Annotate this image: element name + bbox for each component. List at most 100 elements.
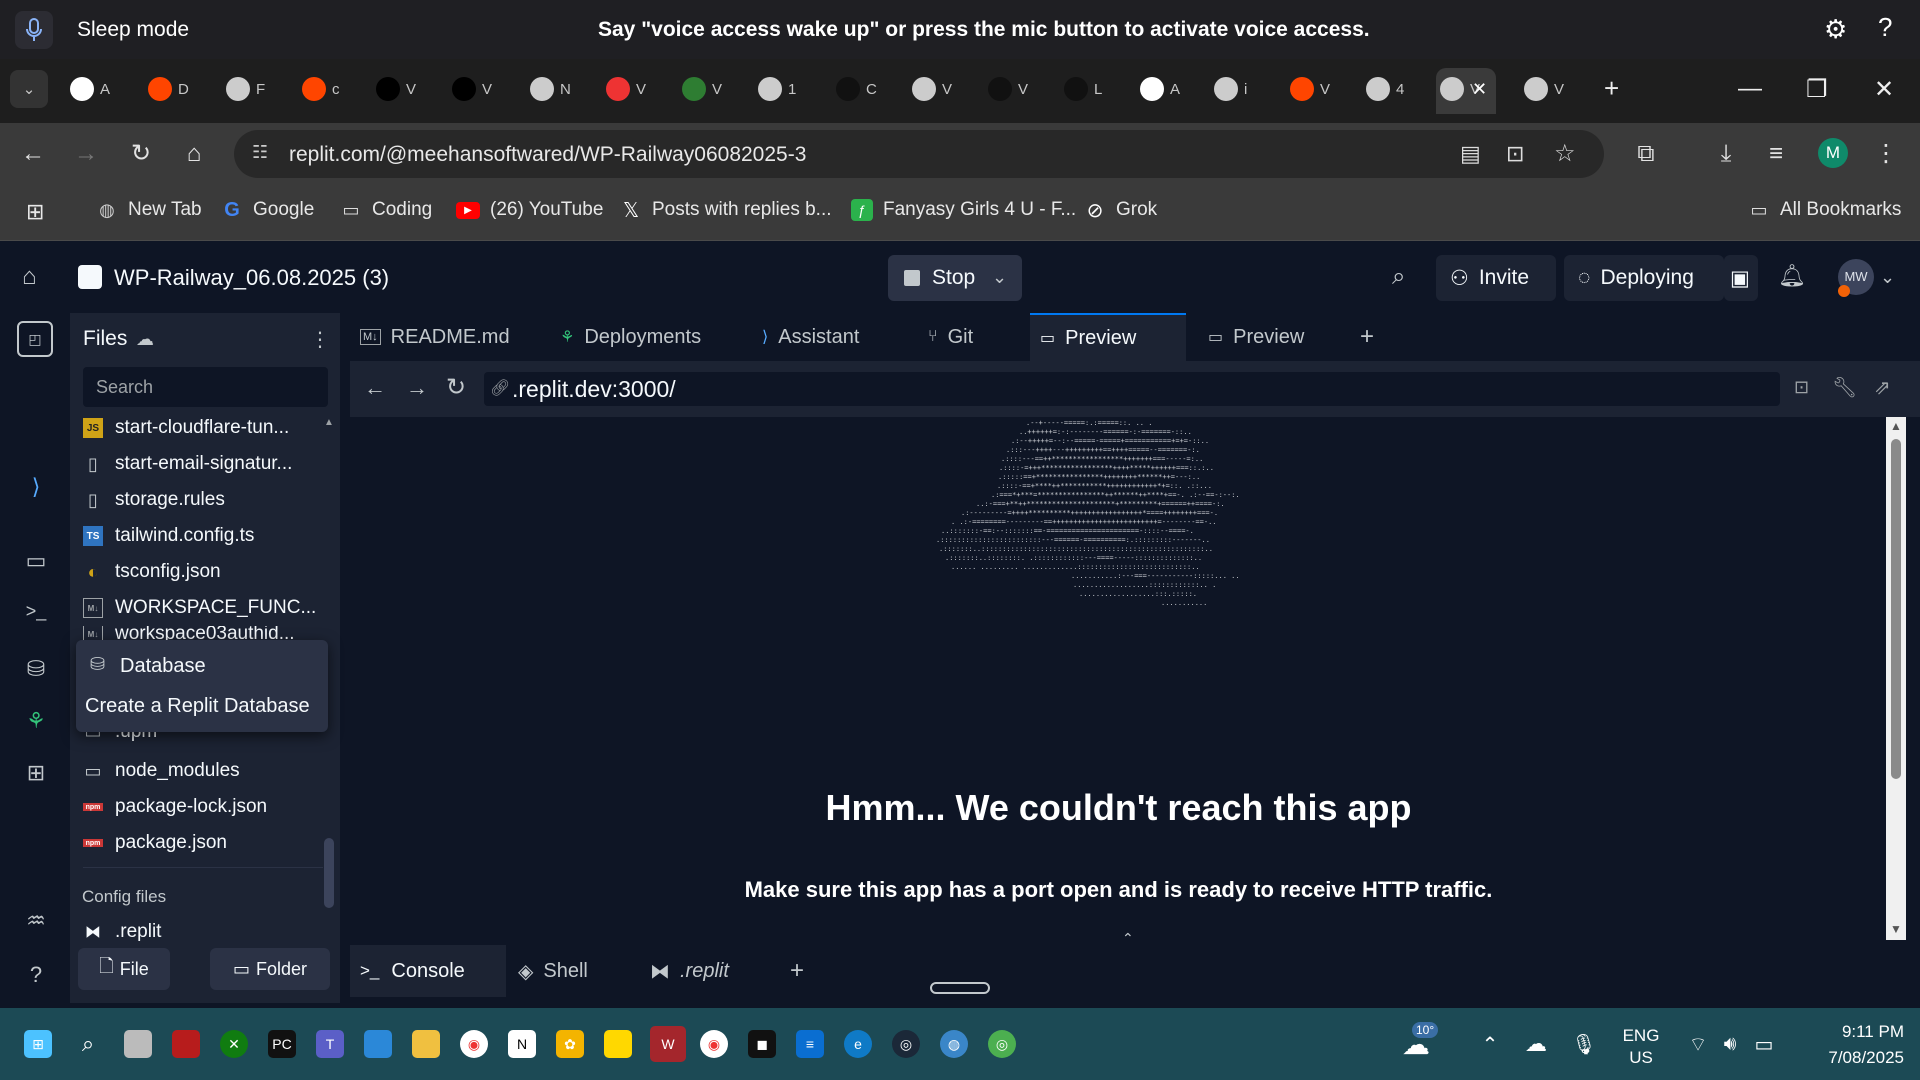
- sticky-notes-icon[interactable]: [604, 1030, 632, 1058]
- bell-icon[interactable]: 🔔︎: [1778, 263, 1806, 289]
- download-icon[interactable]: ⤓: [1710, 138, 1742, 170]
- forward-icon[interactable]: →: [70, 138, 102, 170]
- chrome-icon[interactable]: ◉: [460, 1030, 488, 1058]
- chevron-down-icon[interactable]: ⌄: [1880, 267, 1895, 288]
- all-bookmarks[interactable]: ▭ All Bookmarks: [1748, 199, 1901, 221]
- deploying-button[interactable]: ◌ Deploying: [1564, 255, 1724, 301]
- volume-icon[interactable]: 🔊︎: [1716, 1030, 1744, 1058]
- browser-tab[interactable]: A: [1140, 71, 1180, 107]
- tab-shell[interactable]: ◈ Shell: [518, 945, 638, 997]
- microphone-icon[interactable]: [15, 10, 53, 49]
- clipboard-icon[interactable]: ▤: [1460, 141, 1481, 167]
- scroll-up-icon[interactable]: ▲: [324, 417, 334, 443]
- browser-tab[interactable]: V: [1290, 71, 1330, 107]
- bookmark-google[interactable]: G Google: [221, 199, 314, 221]
- battery-icon[interactable]: ▭: [1750, 1030, 1778, 1058]
- browser-tab[interactable]: 4: [1366, 71, 1404, 107]
- scrollbar-thumb[interactable]: [324, 838, 334, 908]
- reload-icon[interactable]: ↻: [446, 373, 466, 402]
- file-explorer-icon[interactable]: [412, 1030, 440, 1058]
- add-tab-button[interactable]: +: [1360, 313, 1400, 361]
- tab-preview-active[interactable]: ▭ Preview: [1030, 313, 1186, 361]
- wrench-icon[interactable]: 🔧︎: [1832, 375, 1857, 400]
- devices-icon[interactable]: ⊡: [1794, 377, 1809, 398]
- browser-tab[interactable]: c: [302, 71, 340, 107]
- tab-git[interactable]: ⑂ Git: [928, 313, 1038, 361]
- task-view-icon[interactable]: [124, 1030, 152, 1058]
- scroll-up-icon[interactable]: ▲: [1890, 419, 1902, 433]
- apps-icon[interactable]: ⊞: [26, 199, 44, 225]
- notion-icon[interactable]: N: [508, 1030, 536, 1058]
- install-app-icon[interactable]: ⊡: [1506, 141, 1524, 167]
- notepad-icon[interactable]: ≡: [796, 1030, 824, 1058]
- help-icon[interactable]: ?: [1878, 12, 1892, 43]
- browser-tab[interactable]: F: [226, 71, 265, 107]
- preview-scrollbar[interactable]: ▲ ▼: [1886, 417, 1906, 940]
- file-item[interactable]: JS start-cloudflare-tun...: [83, 413, 323, 443]
- new-folder-button[interactable]: ▭ Folder: [210, 948, 330, 990]
- tab-readme[interactable]: M↓ README.md: [360, 313, 510, 361]
- file-item[interactable]: TS tailwind.config.ts: [83, 521, 323, 551]
- app-icon[interactable]: ◎: [988, 1030, 1016, 1058]
- wifi-icon[interactable]: ⌔: [1684, 1030, 1712, 1058]
- app-icon[interactable]: ◼: [748, 1030, 776, 1058]
- scrollbar-thumb[interactable]: [1891, 439, 1901, 779]
- search-icon[interactable]: ⌕: [1392, 263, 1405, 291]
- new-tab-button[interactable]: +: [1604, 73, 1619, 104]
- console-icon[interactable]: >_: [20, 595, 52, 627]
- reload-icon[interactable]: ↻: [125, 138, 157, 170]
- help-icon[interactable]: ?: [20, 959, 52, 991]
- windows-start-icon[interactable]: ⊞: [24, 1030, 52, 1058]
- onedrive-icon[interactable]: ☁: [1522, 1030, 1550, 1058]
- app-icon[interactable]: [172, 1030, 200, 1058]
- file-item[interactable]: ▯ storage.rules: [83, 485, 323, 515]
- bookmark-grok[interactable]: ⊘ Grok: [1084, 199, 1158, 222]
- search-input[interactable]: Search: [83, 367, 328, 407]
- preview-icon[interactable]: ▭: [20, 545, 52, 577]
- tab-deployments[interactable]: ⚘ Deployments: [560, 313, 760, 361]
- browser-tab[interactable]: V: [1524, 71, 1564, 107]
- open-external-icon[interactable]: ⇗: [1874, 375, 1891, 400]
- deployments-icon[interactable]: ⚘: [20, 705, 52, 737]
- app-icon[interactable]: [364, 1030, 392, 1058]
- globe-icon[interactable]: ◍: [940, 1030, 968, 1058]
- assistant-icon[interactable]: ⟩: [20, 471, 52, 503]
- minimize-button[interactable]: —: [1738, 75, 1762, 103]
- star-icon[interactable]: ☆: [1554, 139, 1576, 168]
- resize-handle[interactable]: [930, 982, 990, 994]
- new-file-button[interactable]: 🗋︎ File: [78, 948, 170, 990]
- media-icon[interactable]: ≡: [1760, 138, 1792, 170]
- language-indicator[interactable]: ENG: [1620, 1026, 1662, 1046]
- teams-icon[interactable]: T: [316, 1030, 344, 1058]
- bookmark-new-tab[interactable]: ◍ New Tab: [96, 199, 201, 221]
- tab-assistant[interactable]: ⟩ Assistant: [762, 313, 942, 361]
- notifications-icon[interactable]: ♒: [20, 905, 52, 937]
- forward-icon[interactable]: →: [406, 375, 428, 401]
- chevron-down-icon[interactable]: ⌄: [992, 267, 1007, 288]
- search-icon[interactable]: ⌕: [74, 1030, 102, 1058]
- file-item[interactable]: npm package-lock.json: [83, 792, 323, 822]
- app-icon-active[interactable]: W: [650, 1026, 686, 1062]
- edge-icon[interactable]: e: [844, 1030, 872, 1058]
- invite-button[interactable]: ⚇ Invite: [1436, 255, 1556, 301]
- project-title[interactable]: WP-Railway_06.08.2025 (3): [114, 265, 389, 291]
- extensions-icon[interactable]: ⧉: [1630, 138, 1662, 170]
- chevron-up-icon[interactable]: ⌃: [1476, 1030, 1504, 1058]
- gear-icon[interactable]: ⚙: [1824, 14, 1854, 44]
- pinwheel-icon[interactable]: ✿: [556, 1030, 584, 1058]
- tab-preview[interactable]: ▭ Preview: [1198, 313, 1348, 361]
- home-icon[interactable]: ⌂: [178, 138, 210, 170]
- omnibox[interactable]: ☷ replit.com/@meehansoftwared/WP-Railway…: [234, 130, 1604, 178]
- home-icon[interactable]: ⌂: [22, 263, 37, 291]
- browser-tab[interactable]: V: [452, 71, 492, 107]
- tools-grid-icon[interactable]: ⊞: [20, 757, 52, 789]
- browser-tab[interactable]: V: [606, 71, 646, 107]
- browser-tab[interactable]: A: [70, 71, 110, 107]
- browser-tab[interactable]: V: [682, 71, 722, 107]
- profile-avatar[interactable]: M: [1818, 138, 1848, 168]
- tab-replit-config[interactable]: ⧓ .replit: [650, 945, 780, 997]
- preview-url-input[interactable]: 🔗︎ .replit.dev:3000/: [484, 372, 1780, 406]
- browser-tab[interactable]: 1: [758, 71, 796, 107]
- pycharm-icon[interactable]: PC: [268, 1030, 296, 1058]
- browser-tab[interactable]: V: [988, 71, 1028, 107]
